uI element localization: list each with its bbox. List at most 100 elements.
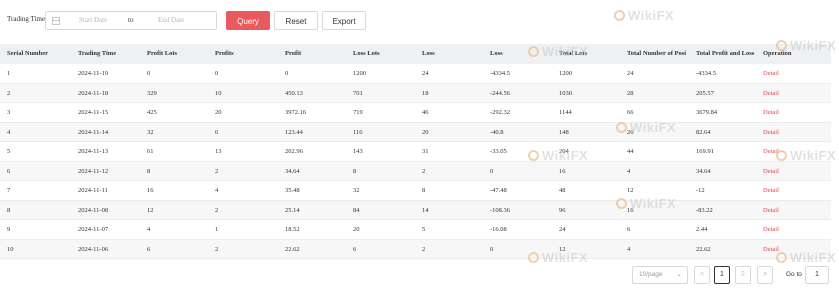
cell-loss: -108.36 bbox=[490, 206, 511, 214]
cell-total-profit-loss: -83.22 bbox=[696, 206, 713, 214]
cell-loss-count: 5 bbox=[422, 226, 426, 233]
cell-total-lots: 1144 bbox=[559, 109, 572, 116]
detail-link[interactable]: Detail bbox=[763, 201, 779, 220]
cell-profit: 202.96 bbox=[285, 148, 303, 155]
cell-total-lots: 204 bbox=[559, 148, 569, 155]
header-total-lots: Total Lots bbox=[559, 50, 588, 57]
detail-link[interactable]: Detail bbox=[763, 103, 779, 122]
cell-total-profit-loss: -12 bbox=[696, 187, 705, 194]
cell-total-lots: 148 bbox=[559, 128, 569, 136]
header-total-positions: Total Number of Posi bbox=[627, 50, 687, 57]
header-total-profit-loss: Total Profit and Loss bbox=[696, 50, 755, 57]
cell-serial-number: 6 bbox=[7, 167, 11, 175]
detail-link[interactable]: Detail bbox=[763, 220, 779, 239]
cell-profits: 6 bbox=[215, 128, 219, 136]
cell-profit-lots: 32 bbox=[147, 128, 154, 136]
cell-profit: 450.13 bbox=[285, 89, 303, 97]
cell-profit-lots: 6 bbox=[147, 245, 151, 253]
date-range-picker[interactable]: Start Date to End Date bbox=[45, 11, 217, 30]
cell-loss-lots: 8 bbox=[353, 167, 357, 175]
cell-profit: 18.52 bbox=[285, 226, 300, 233]
cell-profit: 22.62 bbox=[285, 245, 300, 253]
cell-loss-count: 14 bbox=[422, 206, 429, 214]
detail-link[interactable]: Detail bbox=[763, 240, 779, 259]
cell-total-lots: 1200 bbox=[559, 70, 572, 77]
cell-loss: -4334.5 bbox=[490, 70, 511, 77]
page-1-button[interactable]: 1 bbox=[714, 266, 730, 284]
cell-total-positions: 66 bbox=[627, 109, 634, 116]
cell-loss: -292.32 bbox=[490, 109, 511, 116]
table-row: 10 2024-11-06 6 2 22.62 6 2 0 12 4 22.62 Detail bbox=[0, 239, 831, 259]
cell-loss-count: 31 bbox=[422, 148, 429, 155]
detail-link[interactable]: Detail bbox=[763, 181, 779, 200]
cell-trading-time: 2024-11-13 bbox=[78, 148, 109, 155]
cell-total-positions: 24 bbox=[627, 70, 634, 77]
table-row: 7 2024-11-11 16 4 35.48 32 8 -47.48 48 12 -12 Detai… bbox=[0, 181, 831, 201]
calendar-icon bbox=[52, 17, 60, 25]
cell-total-positions: 26 bbox=[627, 128, 634, 136]
cell-total-positions: 44 bbox=[627, 148, 634, 155]
cell-loss-count: 46 bbox=[422, 109, 429, 116]
next-page-button[interactable]: > bbox=[757, 266, 773, 284]
cell-total-positions: 6 bbox=[627, 226, 631, 233]
cell-loss-lots: 701 bbox=[353, 89, 363, 97]
cell-loss-count: 20 bbox=[422, 128, 429, 136]
cell-loss-lots: 1200 bbox=[353, 70, 366, 77]
cell-loss-count: 2 bbox=[422, 167, 426, 175]
cell-total-positions: 28 bbox=[627, 89, 634, 97]
cell-trading-time: 2024-11-15 bbox=[78, 109, 109, 116]
table-row: 8 2024-11-08 12 2 25.14 84 14 -108.36 96 16 -83.22… bbox=[0, 200, 831, 220]
cell-serial-number: 3 bbox=[7, 109, 11, 116]
page-2-button[interactable]: 2 bbox=[735, 266, 751, 284]
cell-total-positions: 16 bbox=[627, 206, 634, 214]
table-row: 3 2024-11-15 425 20 3972.16 719 46 -292.32 1144 6… bbox=[0, 103, 831, 123]
cell-total-profit-loss: 169.91 bbox=[696, 148, 714, 155]
detail-link[interactable]: Detail bbox=[763, 162, 779, 181]
cell-loss-count: 18 bbox=[422, 89, 429, 97]
cell-trading-time: 2024-11-14 bbox=[78, 128, 109, 136]
cell-trading-time: 2024-11-19 bbox=[78, 70, 109, 77]
cell-total-profit-loss: -4334.5 bbox=[696, 70, 717, 77]
end-date-input[interactable]: End Date bbox=[158, 16, 184, 24]
table-row: 5 2024-11-13 61 13 202.96 143 31 -33.05 204 44 169… bbox=[0, 142, 831, 162]
cell-trading-time: 2024-11-11 bbox=[78, 187, 108, 194]
trading-time-label: Trading Time bbox=[7, 15, 46, 23]
start-date-input[interactable]: Start Date bbox=[79, 16, 107, 24]
cell-profits: 10 bbox=[215, 89, 222, 97]
query-button[interactable]: Query bbox=[226, 11, 270, 30]
cell-loss-lots: 719 bbox=[353, 109, 363, 116]
page-size-value: 10/page bbox=[639, 271, 663, 278]
page-size-select[interactable]: 10/page ⌄ bbox=[632, 266, 688, 284]
cell-serial-number: 2 bbox=[7, 89, 11, 97]
header-profits: Profits bbox=[215, 50, 234, 57]
table-row: 4 2024-11-14 32 6 123.44 116 20 -40.8 148 26 82.64… bbox=[0, 122, 831, 142]
cell-trading-time: 2024-11-18 bbox=[78, 89, 109, 97]
table-row: 1 2024-11-19 0 0 0 1200 24 -4334.5 1200 24 -4334.5… bbox=[0, 64, 831, 84]
header-serial-number: Serial Number bbox=[7, 50, 48, 57]
cell-loss-count: 2 bbox=[422, 245, 426, 253]
cell-trading-time: 2024-11-06 bbox=[78, 245, 109, 253]
reset-button[interactable]: Reset bbox=[274, 11, 318, 30]
cell-total-lots: 24 bbox=[559, 226, 566, 233]
cell-profits: 20 bbox=[215, 109, 222, 116]
prev-page-button[interactable]: < bbox=[694, 266, 710, 284]
cell-serial-number: 7 bbox=[7, 187, 11, 194]
table-row: 2 2024-11-18 329 10 450.13 701 18 -244.56 1030 28… bbox=[0, 83, 831, 103]
cell-profit-lots: 329 bbox=[147, 89, 157, 97]
cell-profit-lots: 61 bbox=[147, 148, 154, 155]
cell-profit: 123.44 bbox=[285, 128, 303, 136]
cell-total-lots: 96 bbox=[559, 206, 566, 214]
header-loss-lots: Loss Lots bbox=[353, 50, 380, 57]
header-loss: Loss bbox=[490, 50, 503, 57]
cell-profit: 0 bbox=[285, 70, 289, 77]
detail-link[interactable]: Detail bbox=[763, 64, 779, 83]
cell-loss-lots: 6 bbox=[353, 245, 357, 253]
export-button[interactable]: Export bbox=[322, 11, 366, 30]
detail-link[interactable]: Detail bbox=[763, 123, 779, 142]
goto-page-input[interactable]: 1 bbox=[805, 266, 829, 284]
cell-profits: 1 bbox=[215, 226, 219, 233]
header-operation: Operation bbox=[763, 50, 792, 57]
cell-profits: 2 bbox=[215, 167, 219, 175]
detail-link[interactable]: Detail bbox=[763, 142, 779, 161]
detail-link[interactable]: Detail bbox=[763, 84, 779, 103]
